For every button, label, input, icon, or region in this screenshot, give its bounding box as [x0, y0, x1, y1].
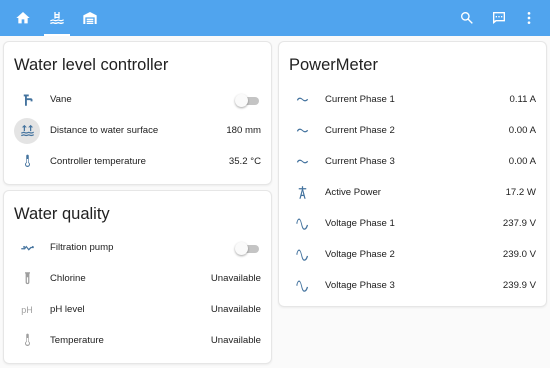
ph-icon: pH [21, 304, 33, 315]
entity-label: Current Phase 1 [325, 94, 395, 105]
entity-value: 35.2 °C [228, 156, 261, 167]
entity-label: Distance to water surface [50, 125, 159, 136]
search-icon [461, 12, 473, 24]
entity-value: Unavailable [210, 273, 261, 284]
entity-value: 17.2 W [505, 187, 536, 198]
chat-icon [493, 12, 505, 24]
entity-row-voltage-phase-2[interactable]: Voltage Phase 2 239.0 V [279, 239, 546, 270]
entity-value: Unavailable [210, 304, 261, 315]
entity-value: 0.00 A [508, 125, 536, 136]
entity-row-current-phase-3[interactable]: Current Phase 3 0.00 A [279, 146, 546, 177]
entity-row-current-phase-1[interactable]: Current Phase 1 0.11 A [279, 84, 546, 115]
thermometer-icon [24, 154, 30, 167]
entity-row-vane[interactable]: Vane [4, 84, 271, 115]
water-quality-card: Water quality Filtration pump Chlorine U… [3, 190, 272, 364]
more-vertical-icon [527, 12, 531, 24]
sine-wave-icon [295, 218, 308, 230]
filtration-pump-toggle[interactable] [235, 242, 259, 255]
entity-row-ph-level[interactable]: pH pH level Unavailable [4, 294, 271, 325]
entity-value: 180 mm [226, 125, 261, 136]
pool-icon [50, 12, 64, 24]
entity-row-voltage-phase-3[interactable]: Voltage Phase 3 239.9 V [279, 270, 546, 301]
search-button[interactable] [452, 0, 482, 36]
entity-row-controller-temperature[interactable]: Controller temperature 35.2 °C [4, 146, 271, 177]
entity-row-active-power[interactable]: Active Power 17.2 W [279, 177, 546, 208]
entity-label: Controller temperature [50, 156, 146, 167]
assist-button[interactable] [484, 0, 514, 36]
entity-label: Voltage Phase 3 [325, 280, 395, 291]
entity-label: Current Phase 3 [325, 156, 395, 167]
entity-label: Current Phase 2 [325, 125, 395, 136]
entity-row-chlorine[interactable]: Chlorine Unavailable [4, 263, 271, 294]
power-meter-card: PowerMeter Current Phase 1 0.11 A Curren… [278, 41, 547, 307]
sine-wave-icon [295, 249, 308, 261]
arrow-expand-up-icon [20, 124, 34, 137]
entity-label: Temperature [50, 335, 104, 346]
garage-icon [83, 12, 97, 24]
entity-row-voltage-phase-1[interactable]: Voltage Phase 1 237.9 V [279, 208, 546, 239]
entity-label: pH level [50, 304, 85, 315]
entity-label: Filtration pump [50, 242, 114, 253]
card-title: PowerMeter [289, 56, 378, 74]
current-ac-icon [296, 159, 308, 164]
home-icon [16, 12, 30, 24]
entity-value: 0.11 A [509, 94, 537, 105]
top-app-bar [0, 0, 550, 36]
entity-label: Chlorine [50, 273, 86, 284]
overflow-menu-button[interactable] [514, 0, 544, 36]
entity-value: 0.00 A [508, 156, 536, 167]
sine-wave-icon [295, 280, 308, 292]
entity-label: Active Power [325, 187, 381, 198]
entity-label: Vane [50, 94, 72, 105]
vane-toggle[interactable] [235, 94, 259, 107]
test-tube-icon [24, 272, 30, 285]
card-title: Water quality [14, 205, 110, 223]
valve-icon [23, 94, 32, 106]
entity-row-filtration-pump[interactable]: Filtration pump [4, 232, 271, 263]
transmission-tower-icon [298, 186, 306, 199]
card-title: Water level controller [14, 56, 169, 74]
tab-home[interactable] [6, 0, 40, 36]
entity-row-temperature[interactable]: Temperature Unavailable [4, 325, 271, 356]
entity-row-distance[interactable]: Distance to water surface 180 mm [4, 115, 271, 146]
thermometer-icon [24, 333, 30, 346]
tab-garage[interactable] [73, 0, 107, 36]
current-ac-icon [296, 97, 308, 102]
entity-value: Unavailable [210, 335, 261, 346]
entity-value: 237.9 V [502, 218, 536, 229]
water-level-card: Water level controller Vane Distance to … [3, 41, 272, 185]
entity-value: 239.0 V [502, 249, 536, 260]
entity-row-current-phase-2[interactable]: Current Phase 2 0.00 A [279, 115, 546, 146]
entity-value: 239.9 V [502, 280, 536, 291]
tab-pool[interactable] [40, 0, 74, 36]
entity-label: Voltage Phase 1 [325, 218, 395, 229]
entity-label: Voltage Phase 2 [325, 249, 395, 260]
pump-icon [20, 245, 34, 251]
current-ac-icon [296, 128, 308, 133]
